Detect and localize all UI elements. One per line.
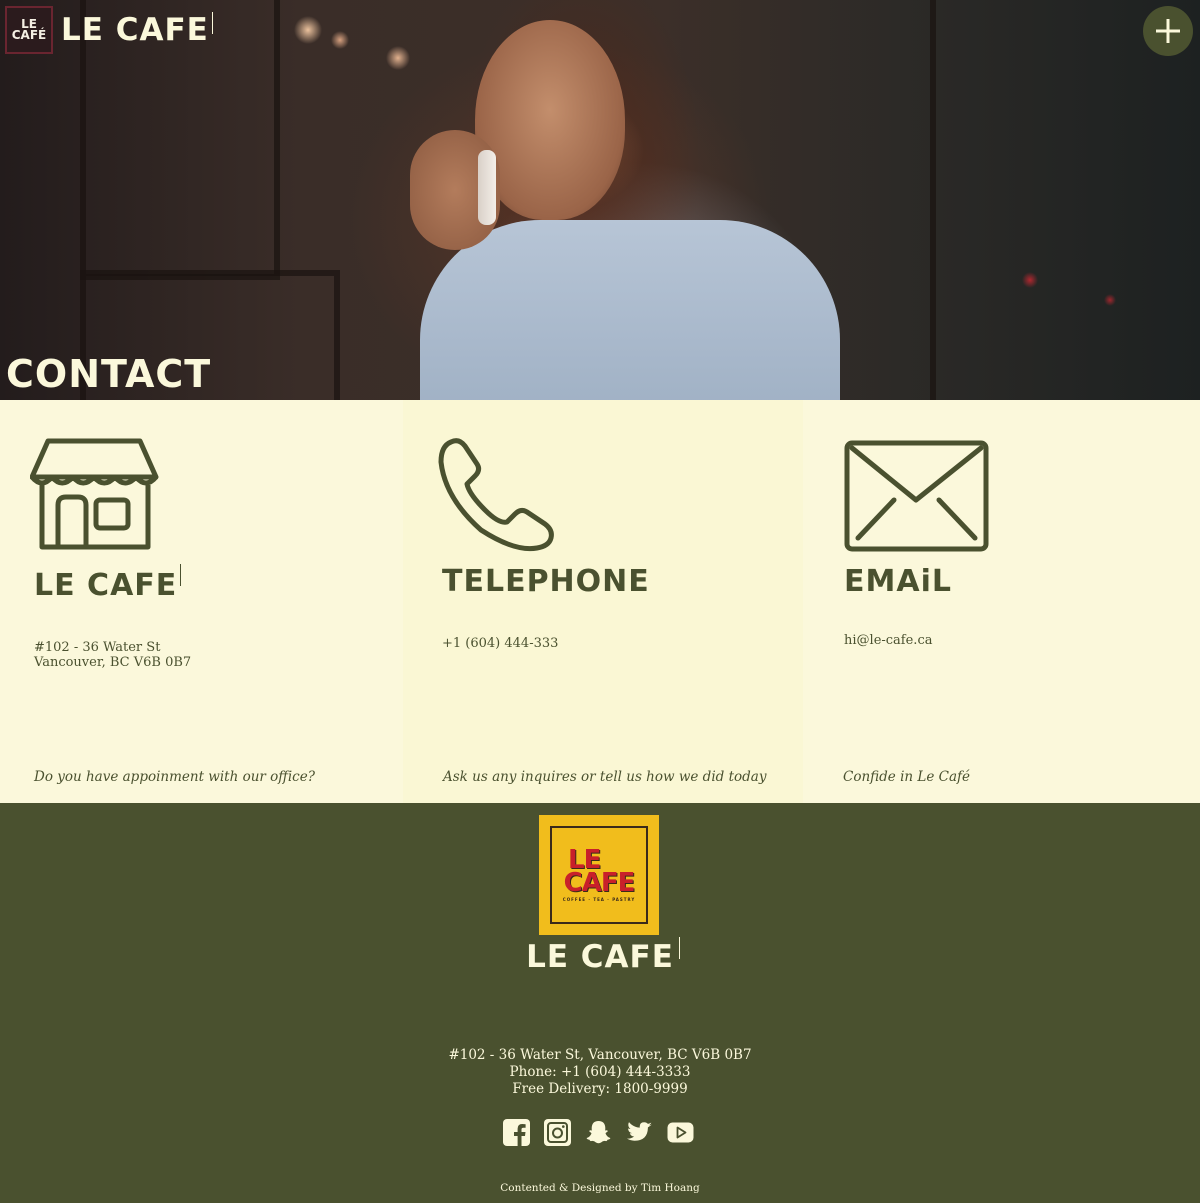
menu-toggle-button[interactable] bbox=[1143, 6, 1193, 56]
twitter-link[interactable] bbox=[626, 1119, 653, 1146]
instagram-link[interactable] bbox=[544, 1119, 571, 1146]
brand-home-link[interactable]: LE CAFÉ LE CAFE bbox=[5, 6, 213, 54]
footer-contact-info: #102 - 36 Water St, Vancouver, BC V6B 0B… bbox=[0, 1047, 1200, 1098]
snapchat-link[interactable] bbox=[585, 1119, 612, 1146]
contact-section: LE CAFE #102 - 36 Water St Vancouver, BC… bbox=[0, 400, 1200, 803]
footer-credit: Contented & Designed by Tim Hoang bbox=[500, 1182, 700, 1194]
page-title: CONTACT bbox=[6, 352, 212, 396]
address-line-1: #102 - 36 Water St bbox=[34, 640, 161, 655]
hero-photo-shirt bbox=[420, 220, 840, 400]
brand-logo: LE CAFÉ bbox=[5, 6, 53, 54]
contact-telephone-card: TELEPHONE +1 (604) 444-333 Ask us any in… bbox=[403, 400, 803, 803]
facebook-link[interactable] bbox=[503, 1119, 530, 1146]
footer-logo: LE CAFE COFFEE · TEA · PASTRY bbox=[539, 815, 659, 935]
facebook-icon bbox=[503, 1119, 530, 1146]
footer-logo-frame: LE CAFE COFFEE · TEA · PASTRY bbox=[550, 826, 648, 924]
hero-banner: LE CAFÉ LE CAFE CONTACT bbox=[0, 0, 1200, 400]
youtube-link[interactable] bbox=[667, 1119, 694, 1146]
envelope-icon bbox=[844, 440, 989, 552]
footer: LE CAFE COFFEE · TEA · PASTRY LE CAFE #1… bbox=[0, 803, 1200, 1203]
email-note: Confide in Le Café bbox=[843, 769, 970, 785]
footer-phone: Phone: +1 (604) 444-3333 bbox=[509, 1064, 691, 1080]
location-note: Do you have appoinment with our office? bbox=[34, 769, 315, 785]
phone-icon bbox=[438, 438, 554, 552]
email-heading: EMAiL bbox=[844, 564, 952, 599]
brand-logo-line2: CAFÉ bbox=[11, 28, 47, 42]
address-line-2: Vancouver, BC V6B 0B7 bbox=[34, 655, 192, 670]
footer-brand-text: LE CAFE bbox=[526, 939, 674, 975]
footer-logo-tagline: COFFEE · TEA · PASTRY bbox=[562, 896, 636, 902]
plus-icon bbox=[1156, 19, 1180, 43]
contact-location-card: LE CAFE #102 - 36 Water St Vancouver, BC… bbox=[0, 400, 403, 803]
snapchat-icon bbox=[586, 1121, 611, 1144]
contact-email-card: EMAiL hi@le-cafe.ca Confide in Le Café bbox=[803, 400, 1200, 803]
youtube-icon bbox=[667, 1122, 694, 1143]
social-links bbox=[503, 1119, 694, 1146]
telephone-number[interactable]: +1 (604) 444-333 bbox=[442, 636, 558, 651]
hero-photo-phone bbox=[478, 150, 496, 225]
instagram-icon bbox=[544, 1119, 571, 1146]
footer-logo-cafe: CAFE bbox=[563, 867, 636, 898]
location-address: #102 - 36 Water St Vancouver, BC V6B 0B7 bbox=[34, 640, 191, 670]
location-heading: LE CAFE bbox=[34, 564, 182, 603]
footer-delivery: Free Delivery: 1800-9999 bbox=[512, 1081, 688, 1097]
twitter-icon bbox=[627, 1122, 652, 1141]
footer-address: #102 - 36 Water St, Vancouver, BC V6B 0B… bbox=[448, 1047, 752, 1063]
footer-brand-name: LE CAFE bbox=[0, 939, 1200, 975]
telephone-heading: TELEPHONE bbox=[442, 564, 650, 599]
brand-name: LE CAFE bbox=[61, 8, 213, 52]
email-address[interactable]: hi@le-cafe.ca bbox=[844, 633, 932, 648]
storefront-icon bbox=[30, 438, 159, 550]
window-frame bbox=[930, 0, 1200, 400]
telephone-note: Ask us any inquires or tell us how we di… bbox=[443, 769, 767, 785]
